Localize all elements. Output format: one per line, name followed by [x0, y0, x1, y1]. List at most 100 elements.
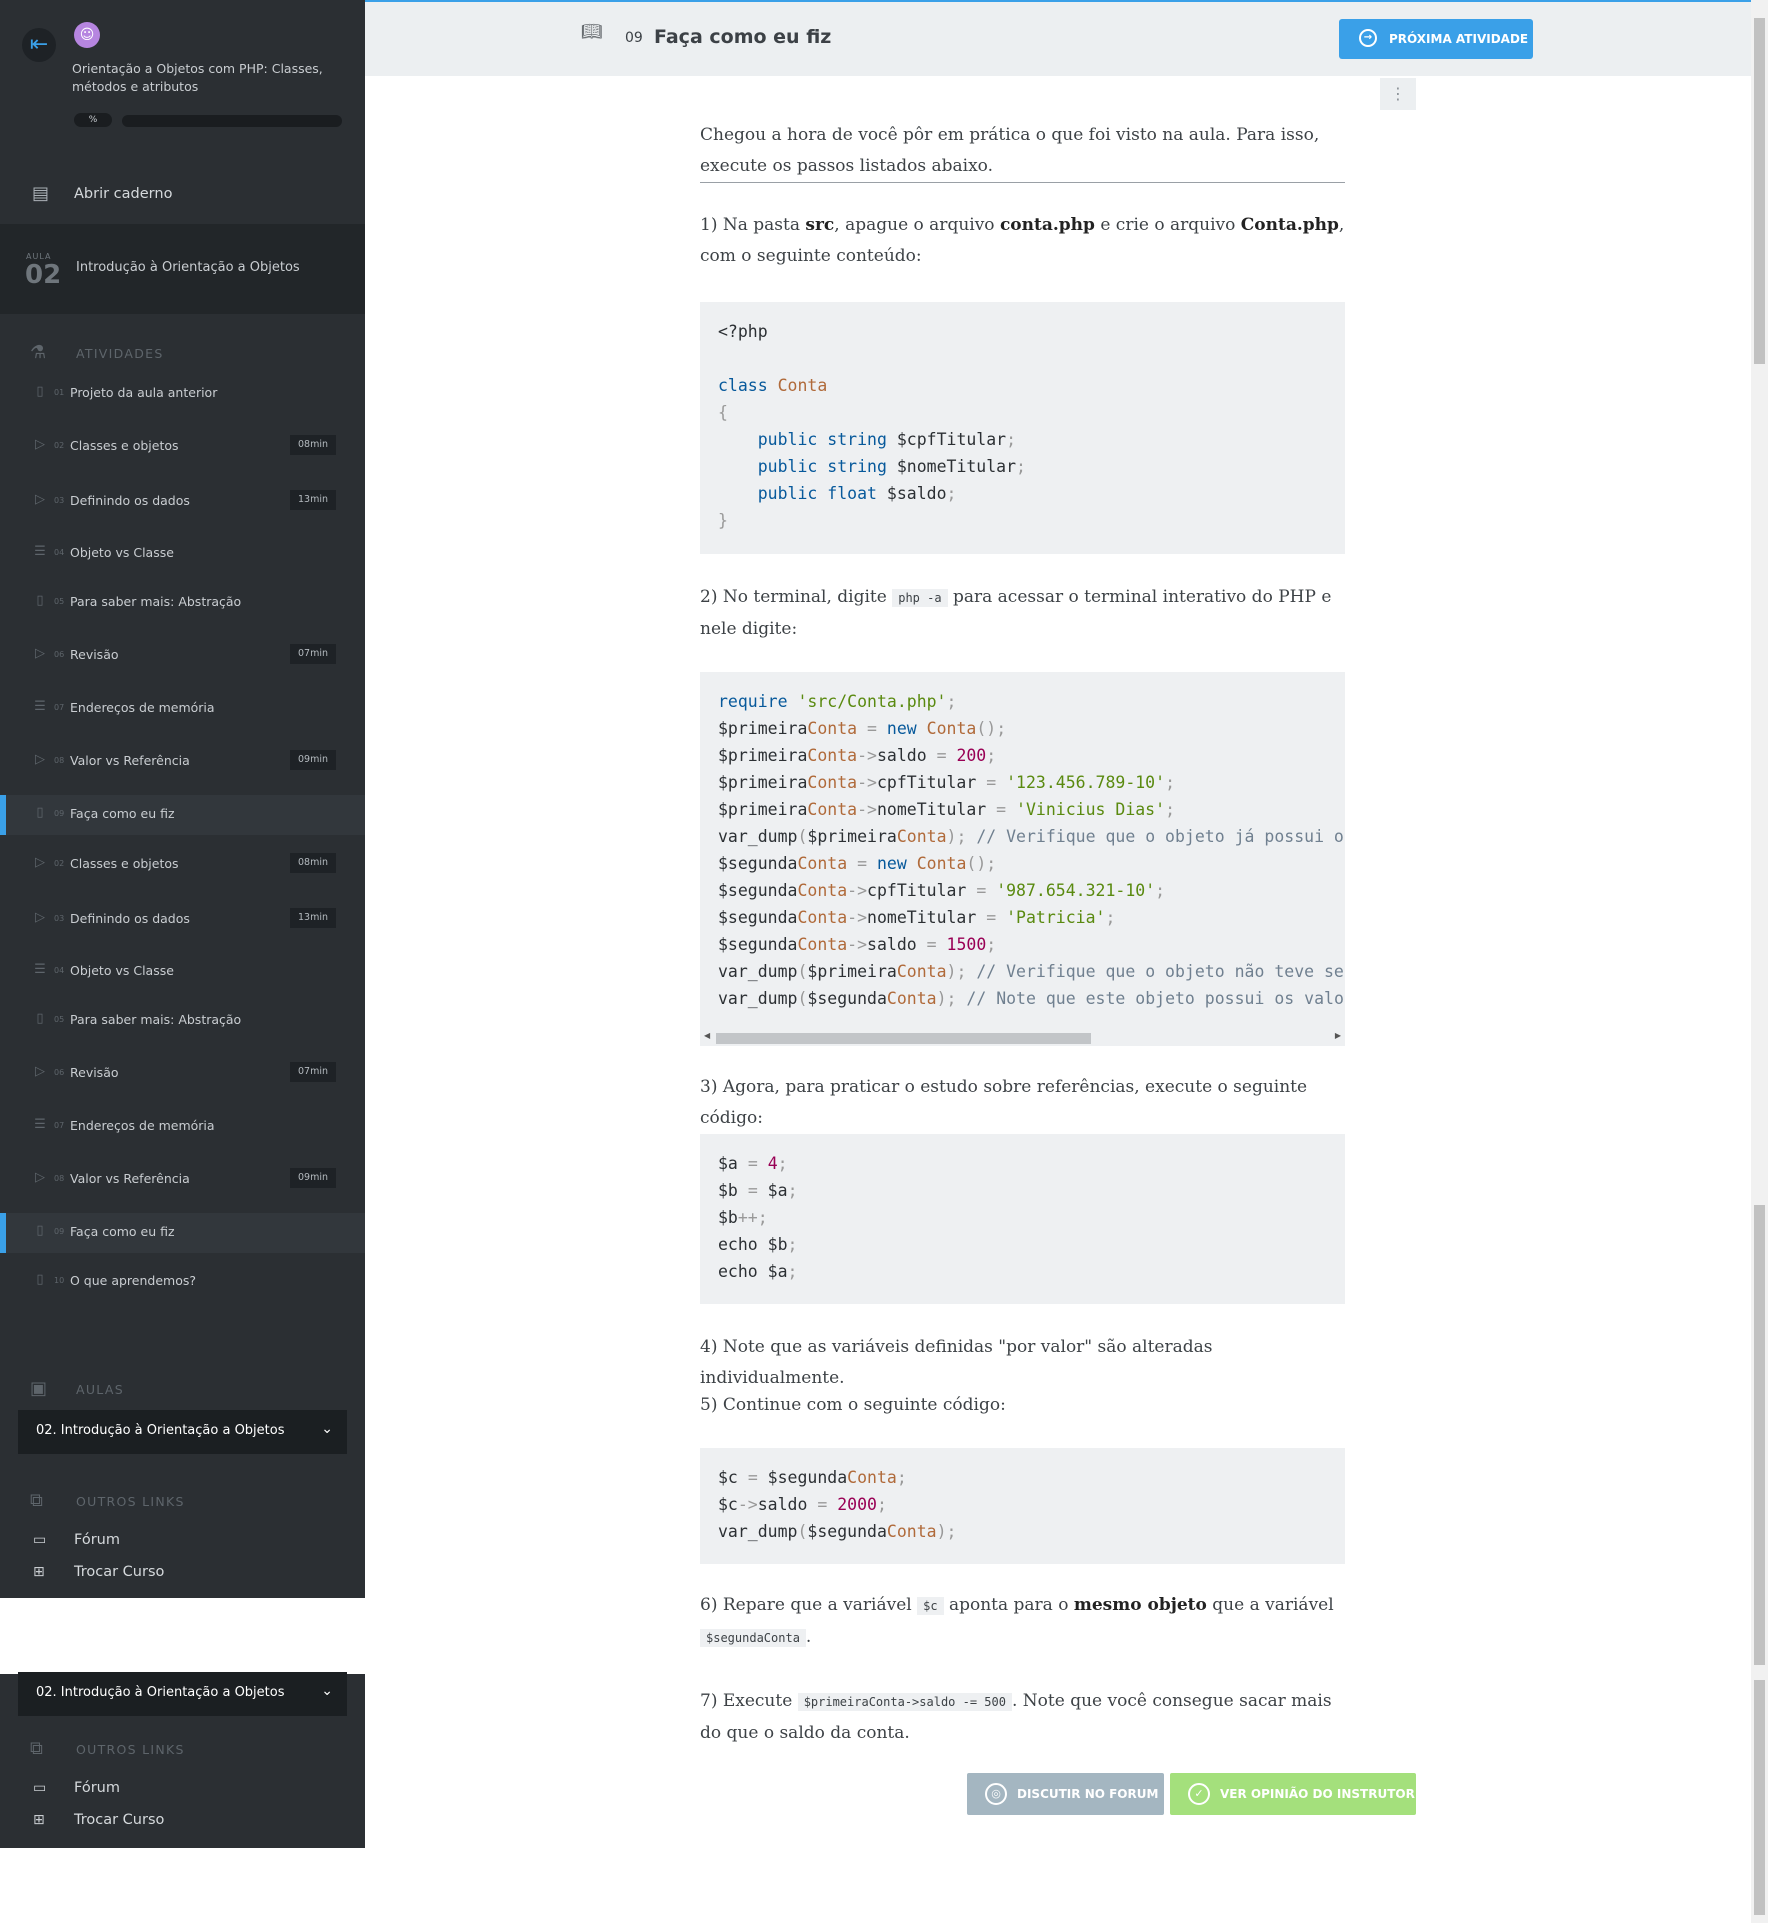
activity-item[interactable]: ▷ 02 Classes e objetos 08min: [0, 427, 365, 467]
switch-course-link[interactable]: ⊞ Trocar Curso: [0, 1806, 365, 1836]
activity-label: Valor vs Referência: [70, 753, 190, 768]
switch-icon: ⊞: [33, 1812, 45, 1828]
step-6-bold: mesmo objeto: [1073, 1595, 1207, 1615]
activity-duration-badge: 09min: [290, 750, 336, 770]
scroll-right-icon[interactable]: ▶: [1335, 1031, 1341, 1040]
switch-course-link[interactable]: ⊞ Trocar Curso: [0, 1558, 365, 1588]
activity-label: Classes e objetos: [70, 438, 179, 453]
activity-item[interactable]: ▷ 06 Revisão 07min: [0, 636, 365, 676]
activity-number: 05: [54, 597, 65, 606]
activity-header: 📖︎ 09 Faça como eu fiz → PRÓXIMA ATIVIDA…: [365, 0, 1751, 76]
activity-item[interactable]: ☰ 07 Endereços de memória: [0, 689, 365, 729]
course-title[interactable]: Orientação a Objetos com PHP: Classes, m…: [72, 60, 332, 96]
activity-item[interactable]: ▯ 01 Projeto da aula anterior: [0, 374, 365, 414]
inline-code: php -a: [892, 589, 948, 607]
current-lesson[interactable]: AULA 02 Introdução à Orientação a Objeto…: [0, 224, 365, 314]
links-header-label: OUTROS LINKS: [76, 1494, 185, 1509]
book-icon: ▯: [36, 1223, 44, 1238]
chat-icon: ▭: [33, 1532, 47, 1548]
scroll-left-icon[interactable]: ◀: [704, 1031, 710, 1040]
activity-number: 03: [54, 496, 65, 505]
progress-bar: [122, 115, 342, 127]
activity-item[interactable]: ▯ 10 O que aprendemos?: [0, 1262, 365, 1302]
activity-duration-badge: 08min: [290, 853, 336, 873]
activity-label: Endereços de memória: [70, 1118, 215, 1133]
activity-item[interactable]: ▷ 08 Valor vs Referência 09min: [0, 1160, 365, 1200]
activity-item[interactable]: ☰ 04 Objeto vs Classe: [0, 534, 365, 574]
page-scrollbar[interactable]: [1751, 0, 1768, 1923]
inline-code: $primeiraConta->saldo -= 500: [797, 1693, 1012, 1711]
open-notebook-button[interactable]: ▤ Abrir caderno: [0, 170, 365, 220]
activity-duration-badge: 13min: [290, 908, 336, 928]
list-icon: ☰: [34, 699, 46, 714]
activity-duration-badge: 07min: [290, 1062, 336, 1082]
activity-number: 09: [54, 1227, 65, 1236]
activity-number: 09: [625, 30, 643, 46]
activity-item[interactable]: ▷ 02 Classes e objetos 08min: [0, 845, 365, 885]
activity-item[interactable]: ▯ 05 Para saber mais: Abstração: [0, 1001, 365, 1041]
instructor-opinion-button[interactable]: ✓ VER OPINIÃO DO INSTRUTOR: [1170, 1773, 1416, 1815]
forum-link[interactable]: ▭ Fórum: [0, 1774, 365, 1804]
code-horizontal-scrollbar[interactable]: ◀ ▶: [700, 1028, 1345, 1046]
activity-item[interactable]: ▷ 08 Valor vs Referência 09min: [0, 742, 365, 782]
book-icon: ▯: [36, 805, 44, 820]
activity-label: Para saber mais: Abstração: [70, 1012, 242, 1027]
code-block-class: <?php class Conta { public string $cpfTi…: [700, 302, 1345, 554]
scrollbar-thumb[interactable]: [716, 1033, 1091, 1044]
instructor-opinion-label: VER OPINIÃO DO INSTRUTOR: [1220, 1787, 1415, 1801]
chat-icon: ▭: [33, 1780, 47, 1796]
lifebuoy-icon: ◎: [985, 1783, 1007, 1805]
inline-code: $c: [917, 1597, 944, 1615]
activity-number: 03: [54, 914, 65, 923]
step-1-bold: conta.php: [999, 215, 1095, 235]
aulas-select[interactable]: 02. Introdução à Orientação a Objetos ⌄: [18, 1410, 347, 1454]
video-icon: ▷: [35, 437, 45, 452]
activity-item[interactable]: ▯ 09 Faça como eu fiz: [0, 1213, 365, 1253]
step-1-text: 1) Na pasta: [700, 215, 806, 235]
step-6-text: 6) Repare que a variável: [700, 1595, 918, 1615]
more-options-icon[interactable]: ⋮: [1380, 78, 1416, 110]
activity-number: 01: [54, 388, 65, 397]
forum-link-label: Fórum: [74, 1780, 120, 1796]
back-arrow-icon[interactable]: ⇤: [22, 28, 56, 62]
activity-item[interactable]: ▷ 03 Definindo os dados 13min: [0, 482, 365, 522]
lesson-number: 02: [25, 260, 62, 290]
discuss-forum-button[interactable]: ◎ DISCUTIR NO FORUM: [967, 1773, 1164, 1815]
activity-number: 02: [54, 441, 65, 450]
links-header: ⧉ OUTROS LINKS: [0, 1482, 365, 1522]
discuss-forum-label: DISCUTIR NO FORUM: [1017, 1787, 1159, 1801]
step-6-text: aponta para o: [943, 1595, 1074, 1615]
activity-item[interactable]: ▷ 03 Definindo os dados 13min: [0, 900, 365, 940]
activity-duration-badge: 07min: [290, 644, 336, 664]
aulas-header: ▣ AULAS: [0, 1370, 365, 1410]
activity-label: Definindo os dados: [70, 911, 190, 926]
step-1-bold: Conta.php: [1240, 215, 1339, 235]
activity-number: 04: [54, 966, 65, 975]
activity-item[interactable]: ☰ 07 Endereços de memória: [0, 1107, 365, 1147]
progress-percent: %: [74, 113, 112, 127]
forum-link[interactable]: ▭ Fórum: [0, 1526, 365, 1556]
switch-course-link-label: Trocar Curso: [74, 1564, 165, 1580]
next-activity-button[interactable]: → PRÓXIMA ATIVIDADE: [1339, 19, 1533, 59]
video-icon: ▷: [35, 492, 45, 507]
step-7: 7) Execute $primeiraConta->saldo -= 500.…: [700, 1686, 1345, 1749]
scrollbar-thumb[interactable]: [1754, 18, 1765, 364]
activity-item[interactable]: ▯ 09 Faça como eu fiz: [0, 795, 365, 835]
scrollbar-thumb[interactable]: [1754, 1680, 1765, 1915]
activity-item[interactable]: ☰ 04 Objeto vs Classe: [0, 952, 365, 992]
activity-duration-badge: 13min: [290, 490, 336, 510]
step-1-text: , apague o arquivo: [834, 215, 1000, 235]
code-block-terminal[interactable]: require 'src/Conta.php'; $primeiraConta …: [700, 672, 1345, 1038]
aulas-select-duplicate[interactable]: 02. Introdução à Orientação a Objetos ⌄: [18, 1672, 347, 1716]
aulas-select-value: 02. Introdução à Orientação a Objetos: [36, 1423, 285, 1438]
activity-item[interactable]: ▯ 05 Para saber mais: Abstração: [0, 583, 365, 623]
scrollbar-thumb[interactable]: [1754, 1205, 1765, 1665]
activity-label: Faça como eu fiz: [70, 1224, 175, 1239]
activity-item[interactable]: ▷ 06 Revisão 07min: [0, 1054, 365, 1094]
activity-number: 04: [54, 548, 65, 557]
sidebar-fragment: 02. Introdução à Orientação a Objetos ⌄ …: [0, 1672, 365, 1848]
activity-number: 10: [54, 1276, 65, 1285]
links-icon: ⧉: [30, 1738, 43, 1759]
links-header-label: OUTROS LINKS: [76, 1742, 185, 1757]
step-6: 6) Repare que a variável $c aponta para …: [700, 1590, 1345, 1654]
